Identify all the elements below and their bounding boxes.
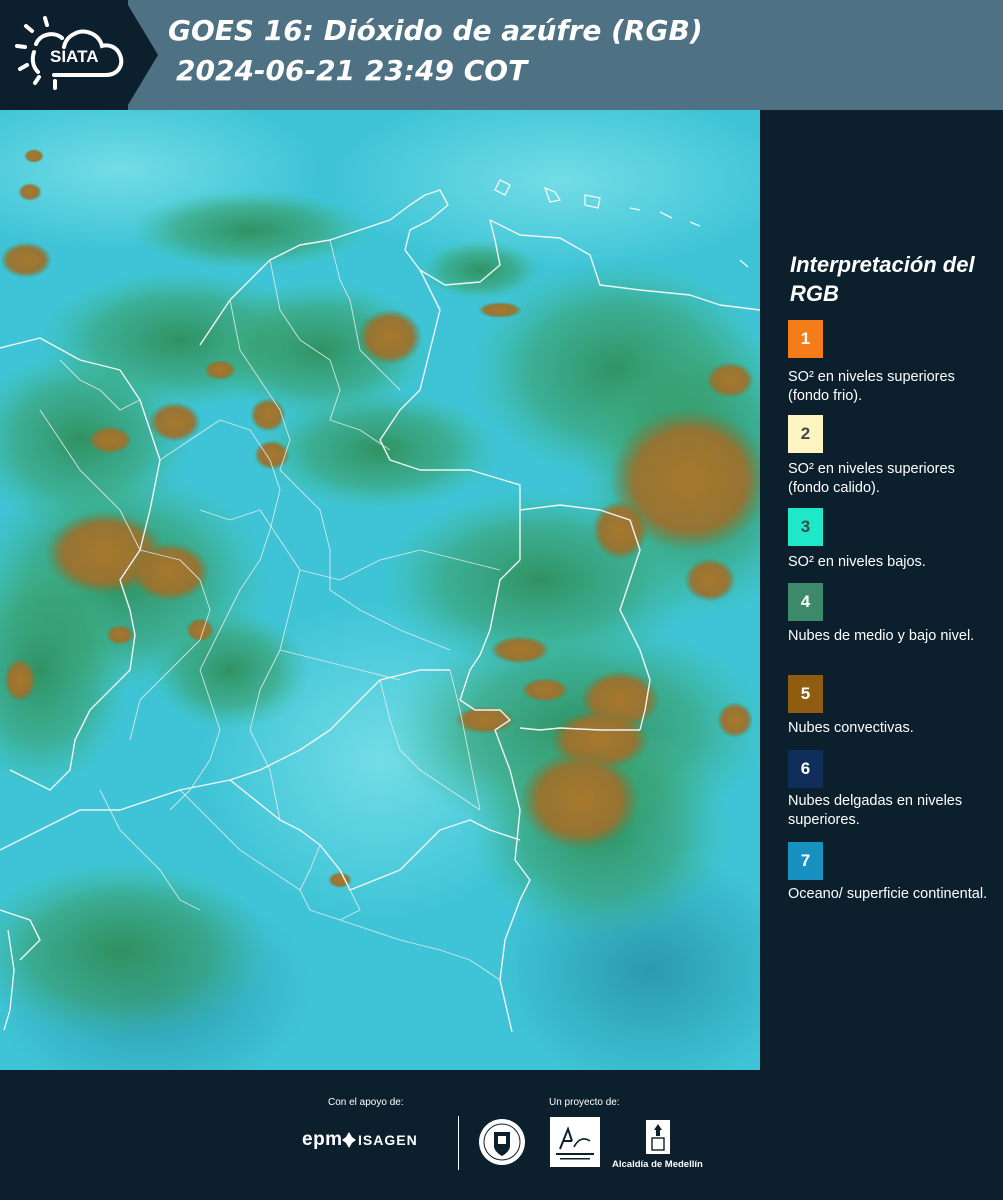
legend-swatch-5: 5 bbox=[788, 675, 823, 713]
siata-logo[interactable]: SIATA bbox=[14, 14, 130, 96]
legend-swatch-2: 2 bbox=[788, 415, 823, 453]
support-label: Con el apoyo de: bbox=[328, 1097, 404, 1108]
logo-text: SIATA bbox=[50, 47, 98, 66]
footer: Con el apoyo de: epm ISAGEN Un proyecto … bbox=[0, 1070, 1003, 1200]
project-label: Un proyecto de: bbox=[549, 1097, 620, 1108]
medellin-seal-logo[interactable] bbox=[478, 1118, 526, 1166]
area-metropolitana-logo[interactable] bbox=[550, 1117, 600, 1167]
legend-number-6: 6 bbox=[800, 759, 811, 778]
alcaldia-label: Alcaldía de Medellín bbox=[612, 1159, 703, 1170]
legend-number-3: 3 bbox=[800, 517, 811, 536]
legend-title: Interpretación del RGB bbox=[790, 252, 975, 306]
legend-swatch-1: 1 bbox=[788, 320, 823, 358]
header: SIATA GOES 16: Dióxido de azúfre (RGB) 2… bbox=[0, 0, 1003, 110]
legend-number-2: 2 bbox=[800, 424, 811, 443]
legend-number-4: 4 bbox=[800, 592, 811, 611]
legend-text-7: Oceano/ superficie continental. bbox=[788, 886, 988, 902]
epm-logo[interactable]: epm bbox=[302, 1129, 343, 1151]
isagen-logo[interactable]: ISAGEN bbox=[358, 1132, 418, 1148]
legend-number-7: 7 bbox=[800, 851, 811, 870]
isagen-mark-icon bbox=[342, 1132, 356, 1148]
legend-swatch-7: 7 bbox=[788, 842, 823, 880]
legend-panel: Interpretación del RGB 1 SO² en niveles … bbox=[760, 110, 1003, 1070]
legend-text-3: SO² en niveles bajos. bbox=[788, 554, 926, 570]
satellite-map[interactable] bbox=[0, 110, 760, 1070]
legend-number-1: 1 bbox=[800, 329, 811, 348]
legend-number-5: 5 bbox=[800, 684, 811, 703]
legend-text-4: Nubes de medio y bajo nivel. bbox=[788, 628, 975, 644]
legend-text-6: Nubes delgadas en niveles superiores. bbox=[788, 793, 963, 828]
legend-text-1: SO² en niveles superiores (fondo frio). bbox=[788, 369, 955, 404]
footer-divider bbox=[458, 1116, 459, 1170]
legend-swatch-3: 3 bbox=[788, 508, 823, 546]
page-timestamp: 2024-06-21 23:49 COT bbox=[176, 54, 528, 87]
legend-swatch-4: 4 bbox=[788, 583, 823, 621]
page-title: GOES 16: Dióxido de azúfre (RGB) bbox=[168, 14, 703, 47]
legend-text-5: Nubes convectivas. bbox=[788, 720, 914, 736]
legend-swatch-6: 6 bbox=[788, 750, 823, 788]
